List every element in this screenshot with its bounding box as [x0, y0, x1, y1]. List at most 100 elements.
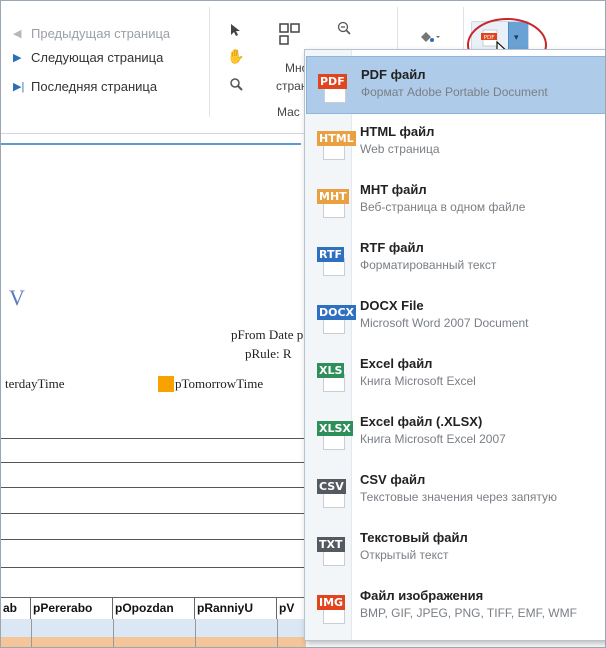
menu-item-subtitle: Книга Microsoft Excel — [360, 374, 476, 388]
table-header-cell: pV — [279, 601, 295, 615]
img-file-icon: IMG — [317, 591, 351, 625]
pages-label: стран — [276, 79, 308, 93]
menu-item-pdf[interactable]: PDF PDF файл Формат Adobe Portable Documen… — [306, 56, 605, 114]
menu-item-subtitle: Книга Microsoft Excel 2007 — [360, 432, 506, 446]
ribbon-separator — [209, 7, 210, 117]
scale-group-label: Мас — [277, 105, 300, 119]
report-tomorrow-text: pTomorrowTime — [175, 376, 264, 391]
last-page-label: Последняя страница — [31, 79, 158, 94]
menu-item-subtitle: Формат Adobe Portable Document — [361, 85, 548, 99]
menu-item-subtitle: Веб-страница в одном файле — [360, 200, 526, 214]
menu-item-xlsx[interactable]: XLSX Excel файл (.XLSX) Книга Microsoft Ex… — [306, 404, 605, 462]
menu-item-title: RTF файл — [360, 240, 424, 255]
menu-item-html[interactable]: HTML HTML файл Web страница — [306, 114, 605, 172]
report-yesterday-text: terdayTime — [5, 376, 65, 391]
report-grid-line — [1, 487, 306, 488]
file-type-badge: HTML — [317, 131, 356, 146]
menu-item-title: DOCX File — [360, 298, 424, 313]
arrow-right-icon: ▶ — [13, 52, 22, 64]
menu-item-title: Excel файл — [360, 356, 433, 371]
table-header-cell: ab — [1, 598, 31, 620]
arrow-last-icon: ▶| — [13, 81, 25, 93]
magnifier-tool-button[interactable] — [225, 77, 247, 94]
table-column-line — [277, 619, 278, 647]
pointer-tool-button[interactable] — [225, 23, 247, 40]
file-type-badge: RTF — [317, 247, 344, 262]
table-column-line — [31, 619, 32, 647]
file-type-badge: DOCX — [317, 305, 357, 320]
menu-item-subtitle: Web страница — [360, 142, 440, 156]
menu-item-xls[interactable]: XLS Excel файл Книга Microsoft Excel — [306, 346, 605, 404]
menu-item-subtitle: BMP, GIF, JPEG, PNG, TIFF, EMF, WMF — [360, 606, 577, 620]
menu-item-title: CSV файл — [360, 472, 426, 487]
magnifier-icon — [230, 78, 243, 91]
arrow-left-icon: ◀ — [13, 28, 22, 40]
file-type-badge: XLSX — [317, 421, 353, 436]
multi-page-icon — [279, 23, 300, 45]
menu-item-title: Файл изображения — [360, 588, 484, 603]
menu-item-title: Текстовый файл — [360, 530, 468, 545]
previous-page-label: Предыдущая страница — [31, 26, 171, 41]
xls-file-icon: XLS — [317, 359, 351, 393]
report-grid-line — [1, 567, 306, 568]
menu-item-subtitle: Текстовые значения через запятую — [360, 490, 558, 504]
menu-item-title: Excel файл (.XLSX) — [360, 414, 483, 429]
menu-item-csv[interactable]: CSV CSV файл Текстовые значения через запя… — [306, 462, 605, 520]
report-title-letter: V — [9, 285, 25, 310]
file-type-badge: XLS — [317, 363, 345, 378]
table-column-line — [195, 619, 196, 647]
menu-item-title: MHT файл — [360, 182, 427, 197]
menu-item-subtitle: Microsoft Word 2007 Document — [360, 316, 529, 330]
multiple-pages-button[interactable] — [277, 23, 303, 52]
hand-icon: ✋ — [227, 48, 245, 64]
paint-bucket-icon — [421, 32, 440, 42]
pdf-file-icon: PDF — [318, 70, 352, 104]
next-page-label: Следующая страница — [31, 50, 164, 65]
previous-page-button[interactable]: ◀ Предыдущая страница — [13, 23, 170, 45]
table-row — [1, 619, 306, 637]
hand-tool-button[interactable]: ✋ — [225, 48, 247, 65]
last-page-button[interactable]: ▶| Последняя страница — [13, 76, 157, 98]
table-header-cell: pOpozdan — [113, 598, 195, 620]
table-row — [1, 637, 306, 647]
menu-item-txt[interactable]: TXT Текстовый файл Открытый текст — [306, 520, 605, 578]
report-pfrom-text: pFrom Date p — [231, 327, 304, 342]
rtf-file-icon: RTF — [317, 243, 351, 277]
export-dropdown-menu: PDF PDF файл Формат Adobe Portable Documen… — [304, 49, 605, 641]
file-type-badge: CSV — [317, 479, 346, 494]
menu-item-docx[interactable]: DOCX DOCX File Microsoft Word 2007 Documen… — [306, 288, 605, 346]
next-page-button[interactable]: ▶ Следующая страница — [13, 47, 163, 69]
file-type-badge: IMG — [317, 595, 346, 610]
txt-file-icon: TXT — [317, 533, 351, 567]
zoom-out-button[interactable] — [333, 21, 355, 38]
menu-item-rtf[interactable]: RTF RTF файл Форматированный текст — [306, 230, 605, 288]
menu-item-subtitle: Открытый текст — [360, 548, 449, 562]
menu-item-title: PDF файл — [361, 67, 426, 82]
report-grid-line — [1, 539, 306, 540]
menu-item-mht[interactable]: MHT MHT файл Веб-страница в одном файле — [306, 172, 605, 230]
report-grid-line — [1, 462, 306, 463]
table-header-cell: pPererabo — [31, 598, 113, 620]
pointer-icon — [231, 24, 240, 36]
table-column-line — [113, 619, 114, 647]
menu-item-title: HTML файл — [360, 124, 435, 139]
report-table-header: ab pPererabo pOpozdan pRanniyU pV — [1, 597, 306, 621]
menu-item-subtitle: Форматированный текст — [360, 258, 497, 272]
report-viewer-window: ◀ Предыдущая страница ▶ Следующая страни… — [0, 0, 606, 648]
xlsx-file-icon: XLSX — [317, 417, 353, 451]
file-type-badge: TXT — [317, 537, 345, 552]
page-top-border — [1, 143, 301, 145]
report-prule-text: pRule: R — [245, 346, 292, 361]
mht-file-icon: MHT — [317, 185, 351, 219]
background-color-button[interactable] — [413, 29, 445, 48]
report-grid-line — [1, 438, 306, 439]
report-grid-line — [1, 513, 306, 514]
csv-file-icon: CSV — [317, 475, 351, 509]
zoom-out-icon — [337, 21, 351, 35]
menu-item-img[interactable]: IMG Файл изображения BMP, GIF, JPEG, PNG, … — [306, 578, 605, 636]
table-header-cell: pRanniyU — [195, 598, 277, 620]
file-type-badge: PDF — [318, 74, 347, 89]
docx-file-icon: DOCX — [317, 301, 357, 335]
file-type-badge: MHT — [317, 189, 349, 204]
html-file-icon: HTML — [317, 127, 356, 161]
